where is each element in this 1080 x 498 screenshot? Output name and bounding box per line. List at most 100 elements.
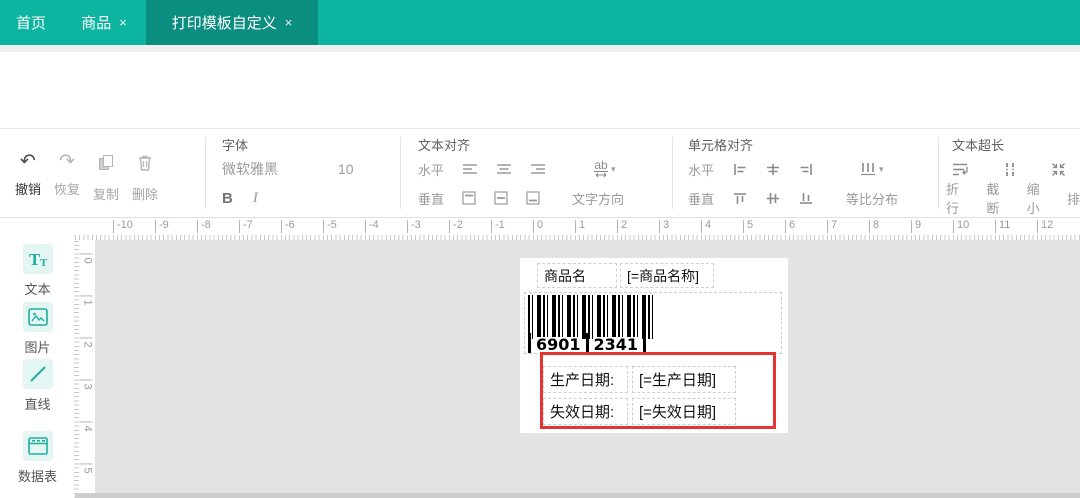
valign-middle-button[interactable] xyxy=(494,191,508,205)
align-center-button[interactable] xyxy=(496,163,512,176)
shrink-button[interactable] xyxy=(1051,162,1066,177)
hruler-number: -5 xyxy=(323,220,337,233)
hruler-number: 0 xyxy=(533,220,543,233)
line-icon xyxy=(23,359,53,389)
hruler-number: 3 xyxy=(659,220,669,233)
align-right-button[interactable] xyxy=(530,163,546,176)
sidebar-item-text[interactable]: TT 文本 xyxy=(0,244,75,298)
sidebar-item-line[interactable]: 直线 xyxy=(0,359,75,413)
valign-bottom-button[interactable] xyxy=(526,191,540,205)
align-left-button[interactable] xyxy=(462,163,478,176)
truncate-label: 截断 xyxy=(986,179,1000,217)
align-right-icon xyxy=(530,163,546,176)
align-left-icon xyxy=(462,163,478,176)
cell-valign-middle-button[interactable] xyxy=(766,192,780,205)
text-align-horizontal-label: 水平 xyxy=(418,160,444,179)
barcode-digits: 6901 2341 xyxy=(528,333,646,353)
sidebar-item-image[interactable]: 图片 xyxy=(0,302,75,356)
distribute-icon xyxy=(860,162,876,176)
vruler-number: 5 xyxy=(80,463,93,473)
tab-goods[interactable]: 商品 × xyxy=(62,0,146,45)
hruler-number: 10 xyxy=(953,220,969,233)
tab-goods-close-icon[interactable]: × xyxy=(119,15,127,30)
distribute-label: 等比分布 xyxy=(846,189,898,208)
cell-halign-left-button[interactable] xyxy=(733,163,747,176)
vertical-ruler: 012345 xyxy=(72,240,95,498)
toolbar-divider xyxy=(672,137,673,209)
cell-valign-bottom-icon xyxy=(799,192,813,205)
distribute-dropdown[interactable]: ▾ xyxy=(860,162,884,176)
hruler-number: 11 xyxy=(995,220,1010,233)
product-name-static-text[interactable]: 商品名 xyxy=(537,263,617,288)
font-family-select[interactable]: 微软雅黑 xyxy=(222,159,278,179)
text-icon: TT xyxy=(23,244,53,274)
expiry-date-static-text[interactable]: 失效日期: xyxy=(543,398,628,425)
hruler-number: 8 xyxy=(869,220,879,233)
hruler-number: 4 xyxy=(701,220,711,233)
wrap-icon xyxy=(952,162,969,177)
vruler-number: 0 xyxy=(80,253,93,263)
cell-valign-top-button[interactable] xyxy=(733,192,747,205)
hruler-number: -10 xyxy=(113,220,133,233)
hruler-number: 6 xyxy=(785,220,795,233)
toolbar-divider xyxy=(205,137,206,209)
toolbar-divider xyxy=(400,137,401,209)
vruler-number: 1 xyxy=(80,295,93,305)
hruler-number: 1 xyxy=(575,220,585,233)
tab-print-template-label: 打印模板自定义 xyxy=(172,12,277,33)
tab-goods-label: 商品 xyxy=(81,12,111,33)
cell-halign-center-button[interactable] xyxy=(766,163,780,176)
svg-text:T: T xyxy=(40,257,48,269)
label-template[interactable]: 商品名 [=商品名称] 6901 2341 生产日期: [=生产日期] 失效日期… xyxy=(520,258,788,433)
barcode-element[interactable]: 6901 2341 xyxy=(524,292,782,354)
horizontal-scrollbar[interactable] xyxy=(75,493,1080,498)
undo-button[interactable]: ↶ 撤销 xyxy=(8,151,48,198)
truncate-button[interactable] xyxy=(1003,162,1017,177)
sidebar-item-datatable[interactable]: 数据表 xyxy=(0,431,75,485)
cell-halign-left-icon xyxy=(733,163,747,176)
expiry-date-field[interactable]: [=失效日期] xyxy=(632,398,736,425)
tab-home[interactable]: 首页 xyxy=(0,0,62,45)
bold-button[interactable]: B xyxy=(222,190,233,207)
delete-button[interactable]: 删除 xyxy=(125,151,165,203)
font-size-select[interactable]: 10 xyxy=(338,161,354,177)
hruler-number: -9 xyxy=(155,220,169,233)
wrap-label: 折行 xyxy=(946,179,960,217)
wrap-button[interactable] xyxy=(952,162,969,177)
shrink-icon xyxy=(1051,162,1066,177)
hruler-number: -8 xyxy=(197,220,211,233)
copy-icon xyxy=(86,151,126,178)
format-toolbar: ↶ 撤销 ↷ 恢复 复制 删除 字体 微软雅黑 10 B I 文本对齐 水平 xyxy=(0,129,1080,218)
cell-align-horizontal-label: 水平 xyxy=(688,160,714,179)
cell-valign-bottom-button[interactable] xyxy=(799,192,813,205)
redo-button[interactable]: ↷ 恢复 xyxy=(47,151,87,198)
valign-bottom-icon xyxy=(526,191,540,205)
hruler-number: 9 xyxy=(911,220,921,233)
datatable-icon xyxy=(23,431,53,461)
toolbar-divider xyxy=(938,137,939,209)
text-direction-dropdown[interactable]: ab ▾ xyxy=(594,160,616,178)
production-date-field[interactable]: [=生产日期] xyxy=(632,366,736,393)
undo-icon: ↶ xyxy=(8,151,48,173)
tabbar-gap xyxy=(0,45,1080,52)
shrink-label: 缩小 xyxy=(1027,179,1041,217)
header: 名称 进货单商品标签-预置 视频 | ? 帮助 保存 切换老设计器 xyxy=(0,52,1080,129)
hruler-number: 5 xyxy=(743,220,753,233)
top-tab-bar: 首页 商品 × 打印模板自定义 × xyxy=(0,0,1080,45)
tab-home-label: 首页 xyxy=(16,12,46,33)
tab-print-template-close-icon[interactable]: × xyxy=(285,15,293,30)
product-name-field[interactable]: [=商品名称] xyxy=(620,263,714,288)
hruler-number: -3 xyxy=(407,220,421,233)
hruler-number: -4 xyxy=(365,220,379,233)
hruler-number: -1 xyxy=(491,220,505,233)
text-direction-icon: ab xyxy=(594,160,608,178)
hruler-number: -6 xyxy=(281,220,295,233)
copy-button[interactable]: 复制 xyxy=(86,151,126,203)
cell-halign-right-button[interactable] xyxy=(799,163,813,176)
tab-print-template[interactable]: 打印模板自定义 × xyxy=(146,0,318,45)
cell-valign-top-icon xyxy=(733,192,747,205)
valign-top-button[interactable] xyxy=(462,191,476,205)
italic-button[interactable]: I xyxy=(253,190,258,207)
production-date-static-text[interactable]: 生产日期: xyxy=(543,366,628,393)
text-overflow-section-title: 文本超长 xyxy=(952,135,1004,154)
